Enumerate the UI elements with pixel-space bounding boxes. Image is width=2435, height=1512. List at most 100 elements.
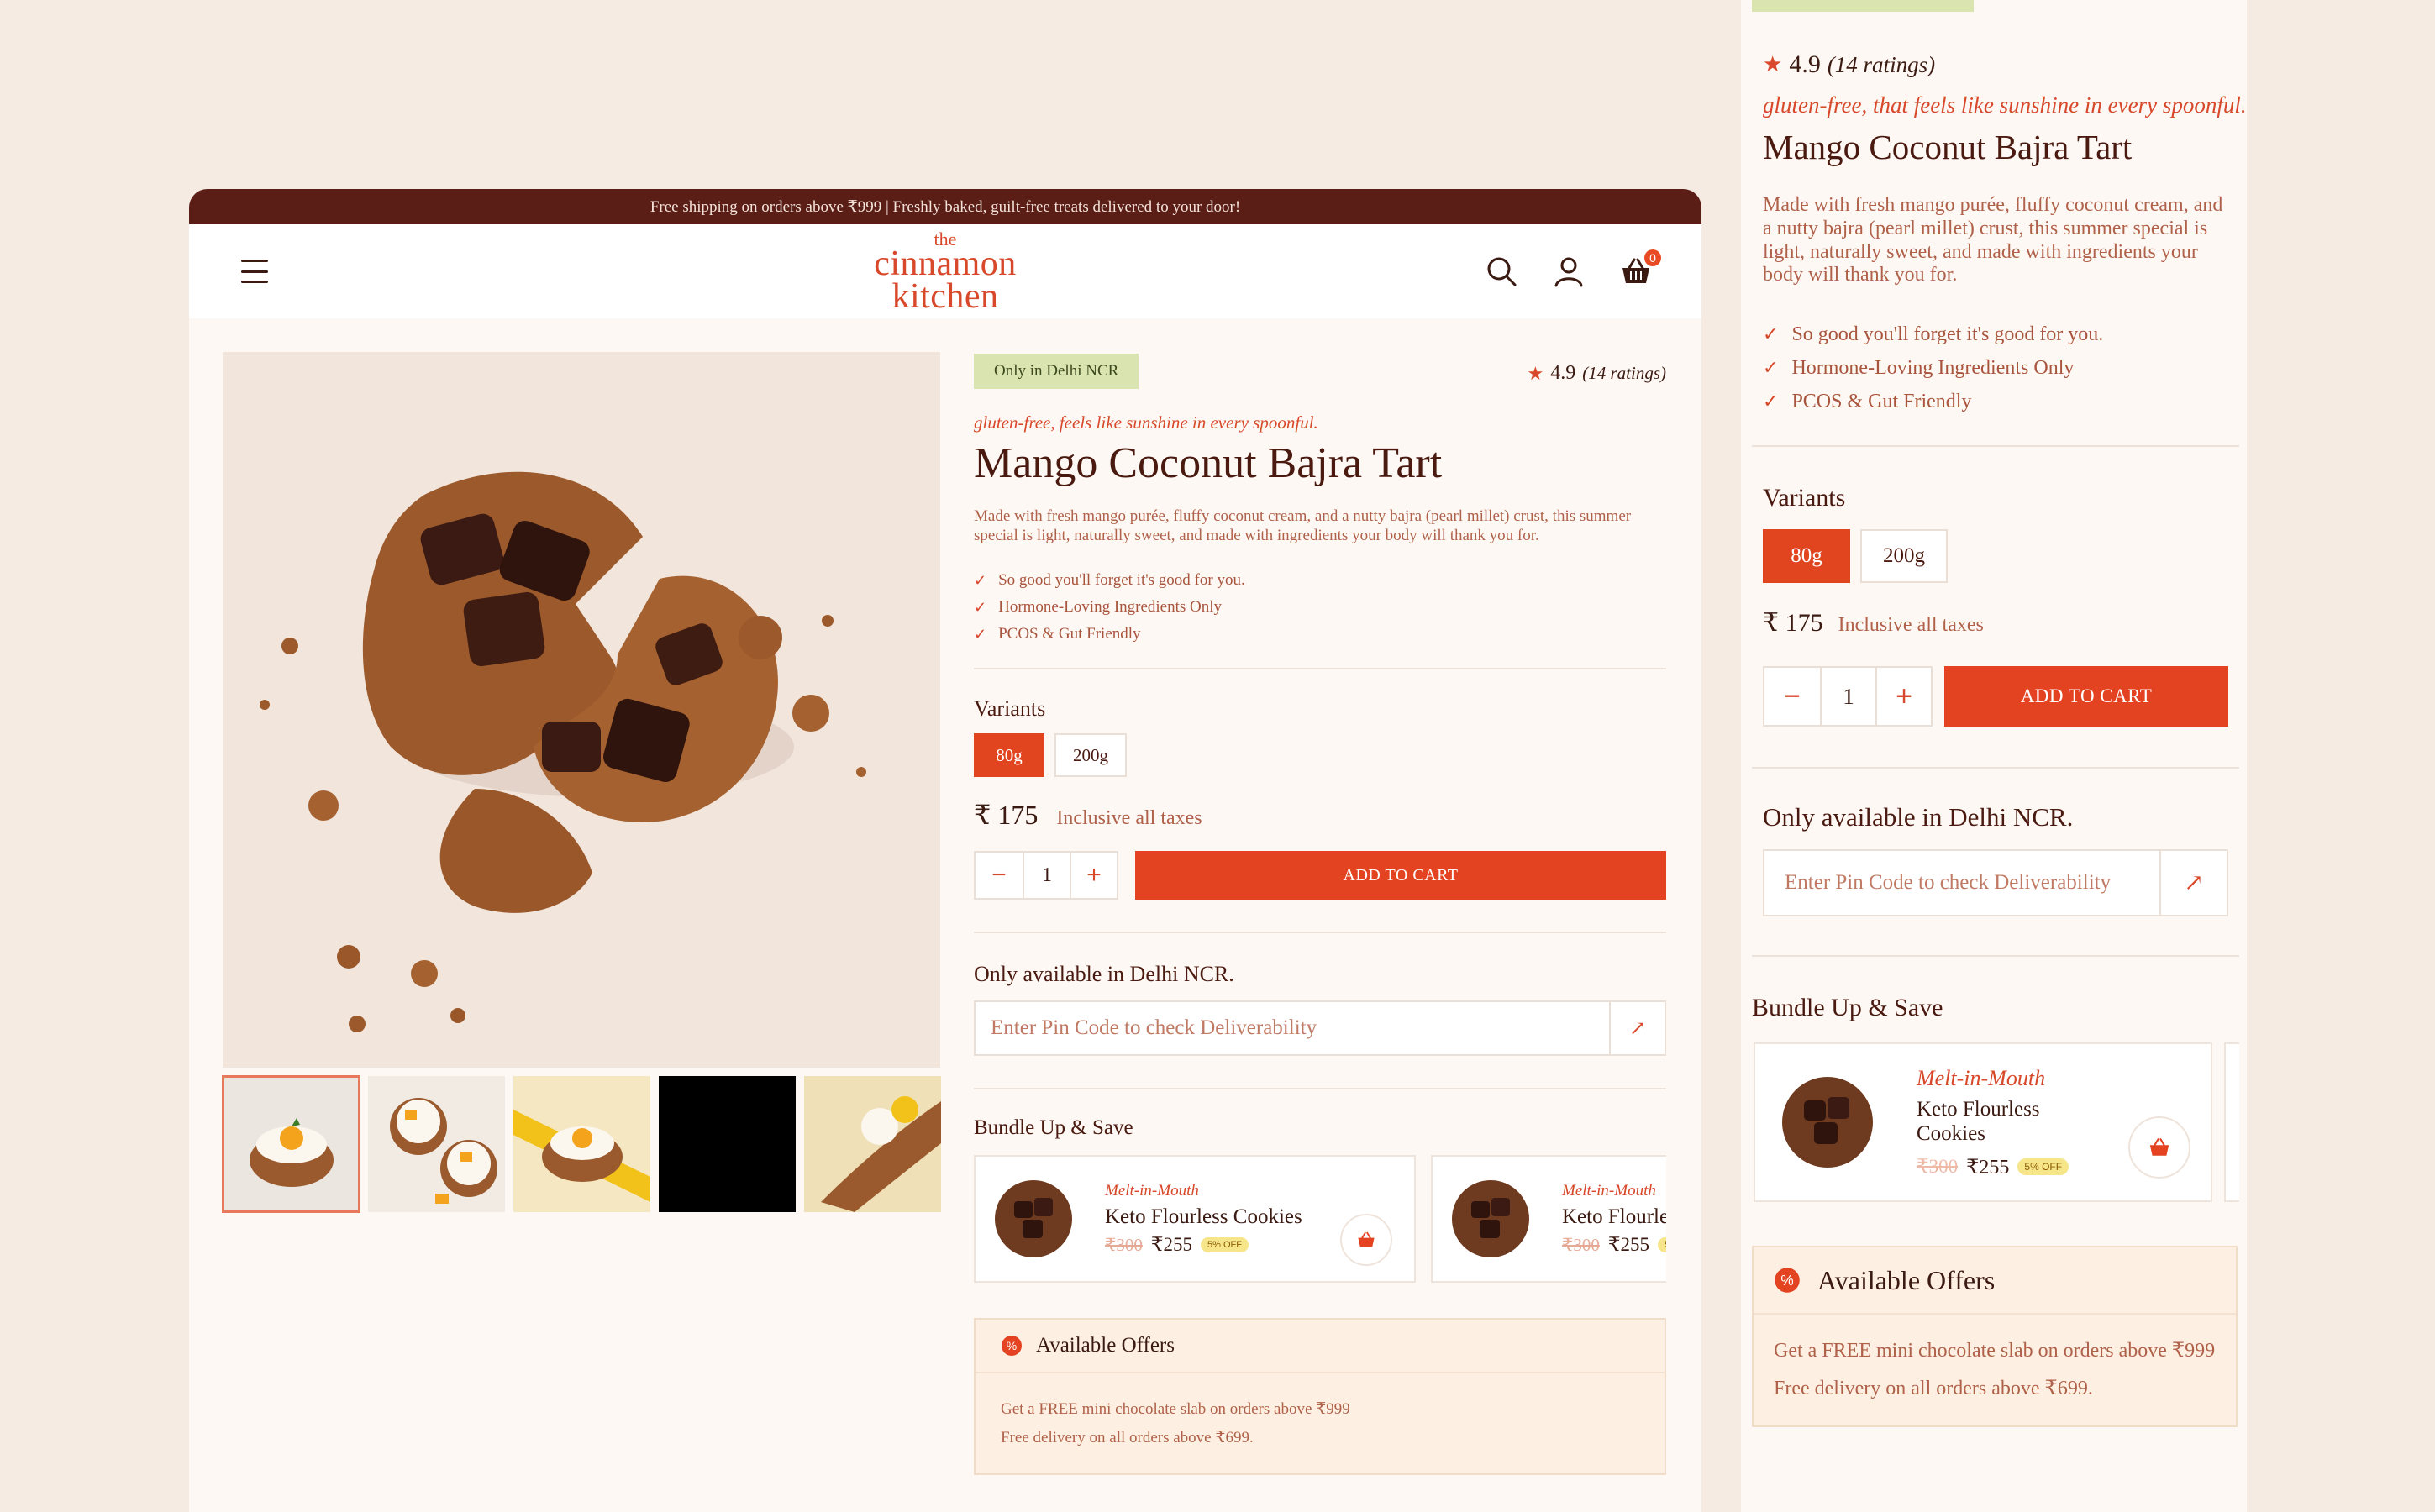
product-tagline: gluten-free, that feels like sunshine in… (1763, 92, 2247, 118)
feature-item: ✓ So good you'll forget it's good for you… (1763, 323, 2104, 345)
bundle-name: Keto Flourless Cookies (1562, 1205, 1666, 1229)
offers-header[interactable]: % Available Offers (1754, 1247, 2236, 1315)
offer-tag-icon: % (1002, 1336, 1022, 1357)
available-offers: % Available Offers Get a FREE mini choco… (1752, 1246, 2238, 1427)
add-to-cart-button[interactable]: ADD TO CART (1135, 851, 1666, 900)
variant-200g-button[interactable]: 200g (1860, 529, 1948, 584)
svg-text:%: % (1780, 1272, 1793, 1289)
check-icon: ✓ (1763, 391, 1779, 412)
bundle-price-row: ₹300 ₹255 5% OFF (1105, 1234, 1302, 1256)
bundle-card-text: Melt-in-Mouth Keto Flourless Cookies ₹30… (1105, 1182, 1302, 1256)
rating-value: 4.9 (1550, 362, 1576, 384)
bundle-product-image (994, 1179, 1073, 1258)
bundle-price: ₹255 (1150, 1234, 1193, 1256)
quantity-stepper: − 1 + (974, 851, 1118, 900)
star-icon: ★ (1527, 362, 1544, 384)
bundle-card[interactable]: Melt-in-Mouth Keto Flourless Cookies ₹30… (974, 1155, 1416, 1284)
pincode-input[interactable] (1764, 851, 2159, 916)
variant-selector: 80g 200g (974, 733, 1666, 778)
region-badge-cropped (1752, 0, 1974, 12)
thumbnail-2[interactable] (368, 1076, 505, 1212)
increase-quantity-button[interactable]: + (1070, 853, 1117, 899)
bundle-price: ₹255 (1607, 1234, 1650, 1256)
decrease-quantity-button[interactable]: − (976, 853, 1023, 898)
add-to-cart-button[interactable]: ADD TO CART (1944, 666, 2228, 727)
bundle-old-price: ₹300 (1105, 1234, 1143, 1255)
product-description: Made with fresh mango purée, fluffy coco… (974, 507, 1632, 544)
increase-quantity-button[interactable]: + (1875, 668, 1931, 726)
bundle-price-row: ₹300 ₹255 5% OFF (1562, 1234, 1666, 1256)
price: ₹ 175 (974, 800, 1039, 831)
bundle-price: ₹255 (1966, 1156, 2010, 1179)
bundle-carousel: Melt-in-Mouth Keto Flourless Cookies ₹30… (974, 1155, 1666, 1284)
cart-button[interactable]: 0 (1619, 249, 1661, 288)
bundle-old-price: ₹300 (1917, 1156, 1959, 1178)
arrow-up-right-icon[interactable]: ↗ (1609, 1002, 1665, 1055)
logo-line-3: kitchen (891, 276, 999, 316)
rating[interactable]: ★ 4.9 (14 ratings) (1528, 362, 1666, 385)
feature-list: ✓ So good you'll forget it's good for you… (974, 567, 1666, 648)
decrease-quantity-button[interactable]: − (1764, 668, 1820, 725)
offer-item: Free delivery on all orders above ₹699. (1774, 1378, 2093, 1400)
taxes-note: Inclusive all taxes (1838, 614, 1984, 637)
check-icon: ✓ (1763, 323, 1779, 345)
bundle-subtitle: Melt-in-Mouth (1562, 1182, 1656, 1200)
bundle-card[interactable]: Melt-in-Mouth Keto Flourless Cookies ₹30… (1431, 1155, 1666, 1284)
feature-item: ✓ So good you'll forget it's good for you… (974, 571, 1245, 590)
product-info: Only in Delhi NCR ★ 4.9 (14 ratings) glu… (974, 354, 1666, 1475)
bundle-subtitle: Melt-in-Mouth (1105, 1182, 1199, 1200)
divider (974, 1088, 1666, 1090)
offer-tag-icon: % (1775, 1268, 1800, 1294)
product-main-image[interactable] (223, 352, 940, 1068)
discount-badge: 5% OFF (1201, 1237, 1249, 1253)
add-bundle-button[interactable] (2128, 1116, 2190, 1179)
discount-badge: 5% OFF (1658, 1237, 1666, 1253)
arrow-up-right-icon[interactable]: ↗ (2159, 851, 2227, 916)
search-icon[interactable] (1485, 255, 1518, 288)
thumbnail-1[interactable] (222, 1075, 360, 1213)
bundle-card-text: Melt-in-Mouth Keto Flourless Cookies ₹30… (1562, 1182, 1666, 1256)
thumbnail-strip (222, 1075, 941, 1213)
bundle-name: Keto Flourless Cookies (1917, 1098, 2040, 1145)
basket-icon (2149, 1138, 2169, 1157)
product-tagline: gluten-free, feels like sunshine in ever… (974, 412, 1318, 433)
bundle-card[interactable]: Melt-in-Mouth Keto Flourless Cookies ₹30… (1754, 1042, 2212, 1203)
variants-heading: Variants (974, 696, 1046, 722)
quantity-value[interactable]: 1 (1820, 668, 1875, 726)
check-icon: ✓ (974, 625, 987, 643)
brand-logo[interactable]: the cinnamon kitchen (874, 229, 1017, 316)
rating-count: (14 ratings) (1827, 51, 1936, 77)
price: ₹ 175 (1763, 609, 1823, 638)
product-description: Made with fresh mango purée, fluffy coco… (1763, 194, 2223, 286)
variant-200g-button[interactable]: 200g (1054, 733, 1127, 778)
pincode-form: ↗ (974, 1000, 1666, 1057)
pincode-input[interactable] (976, 1002, 1609, 1055)
menu-icon[interactable] (241, 260, 268, 283)
thumbnail-5[interactable] (804, 1076, 941, 1212)
add-bundle-button[interactable] (1340, 1214, 1392, 1267)
rating-count: (14 ratings) (1582, 363, 1666, 383)
thumbnail-4[interactable] (659, 1076, 796, 1212)
rating[interactable]: ★ 4.9 (14 ratings) (1763, 50, 2228, 79)
feature-item: ✓ Hormone-Loving Ingredients Only (1763, 356, 2075, 379)
offers-body: Get a FREE mini chocolate slab on orders… (1754, 1315, 2236, 1425)
rating-value: 4.9 (1789, 50, 1821, 78)
bundle-heading: Bundle Up & Save (1752, 994, 1943, 1022)
offers-heading: Available Offers (1817, 1264, 1996, 1295)
desktop-product-page: Free shipping on orders above ₹999 | Fre… (189, 189, 1701, 1512)
offers-body: Get a FREE mini chocolate slab on orders… (976, 1373, 1665, 1473)
mobile-product-info: ★ 4.9 (14 ratings) gluten-free, that fee… (1752, 50, 2247, 1427)
bundle-price-row: ₹300 ₹255 5% OFF (1917, 1155, 2101, 1179)
bundle-card[interactable] (2224, 1042, 2239, 1203)
quantity-value[interactable]: 1 (1023, 853, 1070, 899)
account-icon[interactable] (1552, 255, 1586, 288)
bundle-product-image (1451, 1179, 1530, 1258)
check-icon: ✓ (1763, 357, 1779, 379)
variant-80g-button[interactable]: 80g (1763, 529, 1850, 584)
offers-header[interactable]: % Available Offers (976, 1320, 1665, 1374)
variant-80g-button[interactable]: 80g (974, 733, 1044, 778)
product-title: Mango Coconut Bajra Tart (974, 439, 1443, 487)
region-badge: Only in Delhi NCR (974, 354, 1139, 389)
feature-item: ✓ Hormone-Loving Ingredients Only (974, 598, 1223, 617)
thumbnail-3[interactable] (513, 1076, 650, 1212)
